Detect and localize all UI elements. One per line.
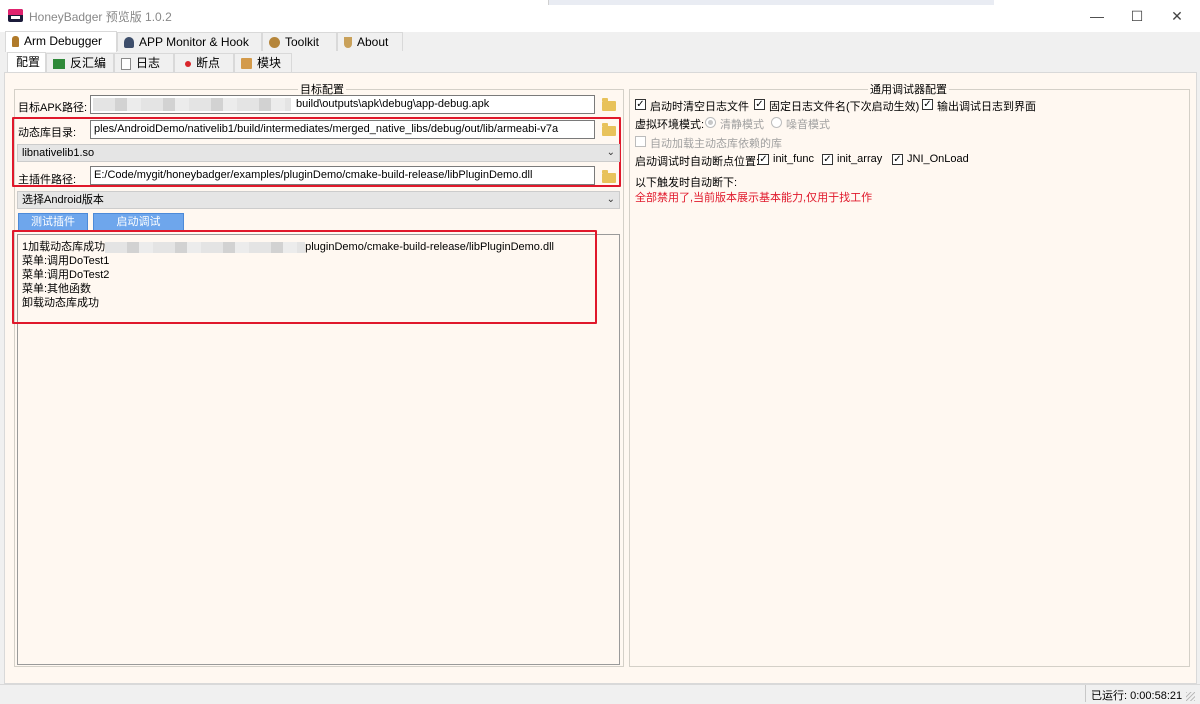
trigger-label: 以下触发时自动断下:	[635, 177, 738, 189]
tab-label: APP Monitor & Hook	[139, 35, 249, 49]
background-window-strip	[548, 0, 994, 5]
log-line: 1加载动态库成功 pluginDemo/cmake-build-release/l…	[22, 240, 554, 254]
browse-libdir-folder-icon[interactable]	[602, 123, 616, 136]
tab-disassembly[interactable]: 反汇编	[46, 53, 114, 72]
monitor-icon	[124, 37, 134, 49]
init-array-label: init_array	[837, 153, 883, 165]
tab-label: About	[357, 35, 389, 49]
tab-log[interactable]: 日志	[114, 53, 174, 72]
plugin-path-field[interactable]: E:/Code/mygit/honeybadger/examples/plugi…	[90, 166, 595, 185]
android-version-value: 选择Android版本	[22, 194, 104, 206]
init-func-checkbox[interactable]: ✓	[758, 154, 769, 165]
running-time: 已运行: 0:00:58:21	[1091, 690, 1183, 702]
arm-icon	[12, 36, 19, 48]
vm-quiet-label: 清静模式	[720, 119, 764, 131]
status-divider	[1085, 685, 1086, 702]
tab-label: 配置	[16, 55, 41, 69]
chevron-down-icon: ⌄	[606, 194, 615, 205]
init-array-checkbox[interactable]: ✓	[822, 154, 833, 165]
redacted-path	[105, 241, 306, 253]
clear-log-label: 启动时清空日志文件	[650, 101, 749, 113]
breakpoint-icon	[185, 60, 191, 67]
module-icon	[241, 58, 252, 70]
chevron-down-icon: ⌄	[606, 147, 615, 158]
start-debug-button[interactable]: 启动调试	[93, 213, 184, 231]
status-bar	[0, 684, 1200, 704]
auto-load-label: 自动加载主动态库依赖的库	[650, 138, 782, 150]
log-icon	[121, 57, 131, 70]
close-button[interactable]: ✕	[1154, 0, 1200, 32]
vm-noise-radio[interactable]	[771, 117, 782, 128]
about-icon	[344, 37, 352, 49]
disasm-icon	[53, 58, 65, 69]
redacted-path	[93, 98, 291, 111]
tab-toolkit[interactable]: Toolkit	[262, 32, 337, 51]
toolkit-icon	[269, 37, 280, 49]
tab-modules[interactable]: 模块	[234, 53, 292, 72]
log-line: 菜单:其他函数	[22, 283, 92, 295]
apk-path-value: build\outputs\apk\debug\app-debug.apk	[296, 98, 490, 110]
log-line: 卸载动态库成功	[22, 297, 99, 309]
fixed-log-label: 固定日志文件名(下次启动生效)	[769, 101, 920, 113]
tab-label: Toolkit	[285, 35, 320, 49]
warning-text: 全部禁用了,当前版本展示基本能力,仅用于找工作	[635, 192, 873, 204]
output-log-checkbox[interactable]: ✓	[922, 99, 933, 110]
tab-label: 反汇编	[70, 56, 107, 70]
tab-label: 模块	[257, 56, 282, 70]
tab-arm-debugger[interactable]: Arm Debugger	[5, 31, 117, 52]
test-plugin-button[interactable]: 测试插件	[18, 213, 88, 231]
output-log-label: 输出调试日志到界面	[937, 101, 1036, 113]
auto-breakpoint-label: 启动调试时自动断点位置:	[635, 156, 760, 168]
init-func-label: init_func	[773, 153, 814, 165]
lib-select[interactable]: libnativelib1.so ⌄	[17, 144, 620, 162]
tab-breakpoints[interactable]: 断点	[174, 53, 234, 72]
jni-onload-checkbox[interactable]: ✓	[892, 154, 903, 165]
browse-apk-folder-icon[interactable]	[602, 98, 616, 111]
tab-config[interactable]: 配置	[7, 52, 46, 73]
browse-plugin-folder-icon[interactable]	[602, 170, 616, 183]
debugger-config-title: 通用调试器配置	[868, 81, 949, 97]
auto-load-checkbox[interactable]	[635, 136, 646, 147]
apk-path-field[interactable]: build\outputs\apk\debug\app-debug.apk	[90, 95, 595, 114]
log-line: 菜单:调用DoTest1	[22, 255, 110, 267]
tab-app-monitor[interactable]: APP Monitor & Hook	[117, 32, 262, 51]
plugin-path-label: 主插件路径:	[18, 174, 77, 186]
log-line-text: pluginDemo/cmake-build-release/libPlugin…	[305, 241, 554, 253]
jni-onload-label: JNI_OnLoad	[907, 153, 969, 165]
libdir-label: 动态库目录:	[18, 127, 77, 139]
tab-label: 断点	[196, 56, 221, 70]
tab-about[interactable]: About	[337, 32, 403, 51]
fixed-log-checkbox[interactable]: ✓	[754, 99, 765, 110]
tab-label: Arm Debugger	[24, 34, 103, 48]
android-version-select[interactable]: 选择Android版本 ⌄	[17, 191, 620, 209]
vm-mode-label: 虚拟环境模式:	[635, 119, 705, 131]
log-line-text: 1加载动态库成功	[22, 241, 106, 253]
vm-quiet-radio[interactable]	[705, 117, 716, 128]
vm-noise-label: 噪音模式	[786, 119, 830, 131]
clear-log-checkbox[interactable]: ✓	[635, 99, 646, 110]
apk-path-label: 目标APK路径:	[18, 102, 88, 114]
app-logo-icon	[8, 9, 23, 22]
log-line: 菜单:调用DoTest2	[22, 269, 110, 281]
tab-label: 日志	[136, 56, 161, 70]
libdir-field[interactable]: ples/AndroidDemo/nativelib1/build/interm…	[90, 120, 595, 139]
window-title: HoneyBadger 预览版 1.0.2	[29, 10, 172, 24]
resize-grip-icon[interactable]	[1186, 692, 1195, 701]
lib-select-value: libnativelib1.so	[22, 147, 95, 159]
